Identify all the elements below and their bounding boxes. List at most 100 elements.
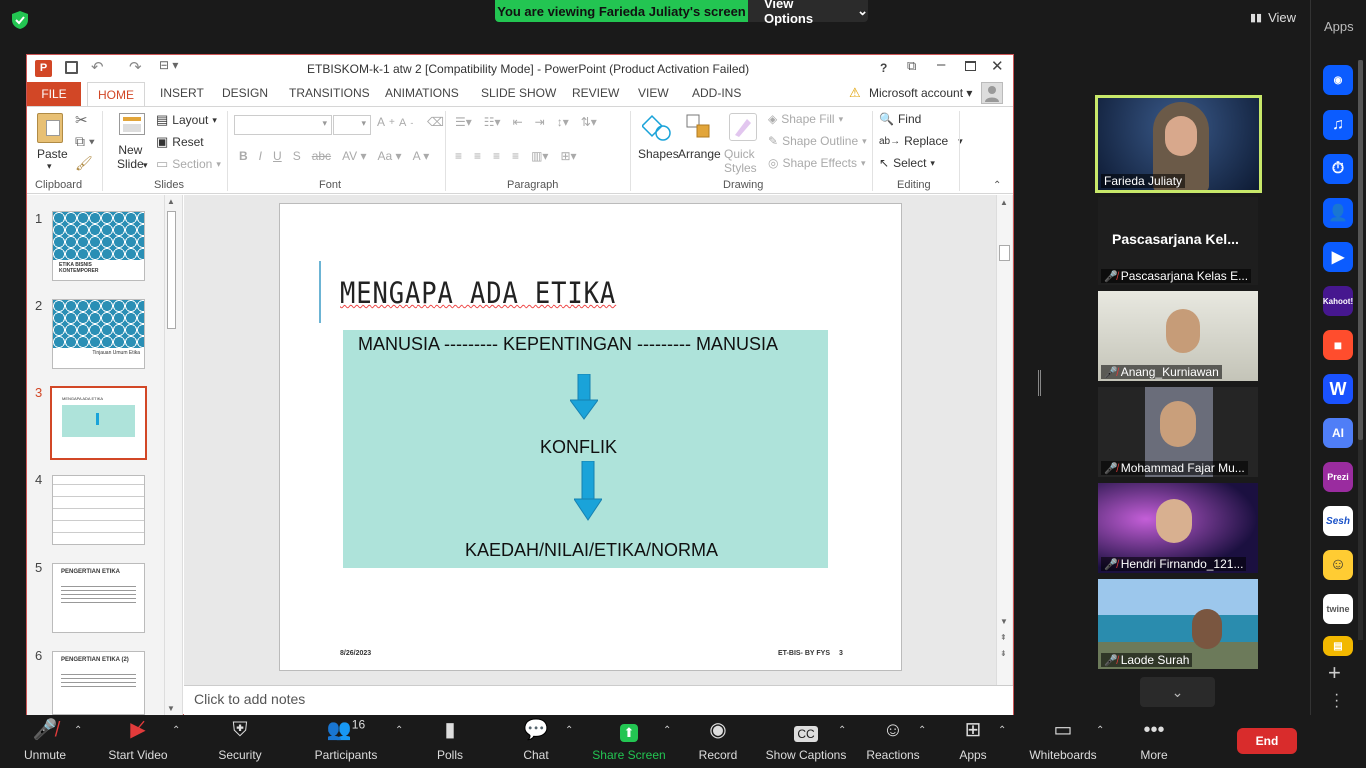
reactions-caret[interactable]: ⌃ [918,725,926,736]
minimize-icon[interactable]: – [937,56,945,73]
participant-tile[interactable]: 🎤̸ Mohammad Fajar Mu... [1098,387,1258,477]
chat-caret[interactable]: ⌃ [565,725,573,736]
record-button[interactable]: ◉ Record [673,715,763,768]
tab-file[interactable]: FILE [27,82,81,106]
shapes-icon[interactable] [641,113,672,143]
new-slide-icon[interactable] [119,113,145,135]
redo-icon[interactable]: ↷ [129,58,142,76]
paste-icon[interactable] [37,113,63,143]
participants-caret[interactable]: ⌃ [395,725,403,736]
participants-button[interactable]: 👥16 Participants [301,715,391,768]
copy-icon[interactable]: ⧉ ▾ [75,133,95,150]
participant-tile[interactable]: 🎤̸ Hendri Firnando_121... [1098,483,1258,573]
security-button[interactable]: ⛨ Security [195,715,285,768]
new-slide-button[interactable]: New Slide [117,143,144,171]
captions-caret[interactable]: ⌃ [838,725,846,736]
participant-tile[interactable]: 🎤̸ Laode Surah [1098,579,1258,669]
show-captions-button[interactable]: CC Show Captions [761,715,851,768]
canvas-scrollbar[interactable]: ▲ ▼ ⇞ ⇟ [996,195,1012,685]
thumbs-scrollbar[interactable]: ▲ ▼ [164,195,178,715]
paragraph-align-icons[interactable]: ≡ ≡ ≡ ≡ ▥▾ ⊞▾ [455,149,577,163]
prezi-app-icon[interactable]: Prezi [1323,462,1353,492]
save-icon[interactable] [65,61,78,74]
play-app-icon[interactable]: ▶ [1323,242,1353,272]
slide-title[interactable]: MENGAPA ADA ETIKA [340,276,616,310]
polls-button[interactable]: ▮ Polls [405,715,495,768]
font-size-box[interactable]: ▾ [333,115,371,135]
slide-thumbnail-4[interactable] [52,475,145,545]
participant-tile[interactable]: Pascasarjana Kel... 🎤̸ Pascasarjana Kelas… [1098,197,1258,285]
more-apps-icon[interactable]: · · · [1334,687,1339,715]
share-screen-button[interactable]: ⬆ Share Screen [584,715,674,768]
tab-view[interactable]: VIEW [638,86,669,100]
notes-pane[interactable]: Click to add notes [184,685,1013,715]
resize-handle[interactable] [1038,370,1041,396]
ai-app-icon[interactable]: AI [1323,418,1353,448]
font-name-box[interactable]: ▾ [234,115,332,135]
font-grow-icon[interactable]: A + [377,115,395,129]
end-meeting-button[interactable]: End [1237,728,1297,754]
paragraph-list-icons[interactable]: ☰▾ ☷▾ ⇤ ⇥ ↕▾ ⇅▾ [455,115,597,129]
undo-icon[interactable]: ↶ [91,58,104,76]
close-icon[interactable]: ✕ [991,57,1004,75]
add-app-icon[interactable]: + [1328,660,1341,686]
apps-scrollbar[interactable] [1358,60,1363,640]
shape-outline-button[interactable]: ✎ Shape Outline ▾ [768,134,867,148]
paste-button[interactable]: Paste [37,147,68,161]
quick-styles-icon[interactable] [729,113,757,141]
format-painter-icon[interactable]: 🖌 [75,155,93,172]
chat-button[interactable]: 💬 Chat [491,715,581,768]
camera-app-icon[interactable]: ◉ [1323,65,1353,95]
sesh-app-icon[interactable]: Sesh [1323,506,1353,536]
paste-dropdown-icon[interactable]: ▾ [47,161,52,172]
account-button[interactable]: Microsoft account ▾ [869,86,972,100]
more-button[interactable]: ••• More [1109,715,1199,768]
layout-button[interactable]: ▤ Layout ▾ [156,112,217,128]
reactions-button[interactable]: ☺ Reactions [848,715,938,768]
avatar-app-icon[interactable]: 👤 [1323,198,1353,228]
new-slide-dropdown-icon[interactable]: ▾ [143,160,148,171]
music-app-icon[interactable]: ♫ [1323,110,1353,140]
apps-button[interactable]: ⊞ Apps [928,715,1018,768]
tab-home[interactable]: HOME [87,82,145,107]
slide-thumbnail-2[interactable]: Tinjauan Umum Etika [52,299,145,369]
find-button[interactable]: 🔍 Find [879,112,921,126]
avatar[interactable] [981,82,1003,104]
customize-qat-icon[interactable]: ⊟ ▾ [159,58,178,72]
w-app-icon[interactable]: W [1323,374,1353,404]
view-options-button[interactable]: View Options ⌄ [748,0,868,26]
clear-format-icon[interactable]: ⌫ [427,115,444,129]
select-button[interactable]: ↖ Select ▾ [879,156,935,170]
kahoot-app-icon[interactable]: Kahoot! [1323,286,1353,316]
arrange-icon[interactable] [685,113,713,141]
emoji-app-icon[interactable]: ☺ [1323,550,1353,580]
ribbon-display-icon[interactable]: ⧉ [907,58,916,74]
slide-thumbnail-5[interactable]: PENGERTIAN ETIKA [52,563,145,633]
help-button[interactable]: ? [880,61,887,75]
unmute-button[interactable]: 🎤̸ Unmute [0,715,90,768]
tab-review[interactable]: REVIEW [572,86,619,100]
whiteboards-button[interactable]: ▭ Whiteboards [1018,715,1108,768]
replace-button[interactable]: ab→ Replace ▾ [879,134,963,148]
start-video-button[interactable]: ▶̸ Start Video [93,715,183,768]
red-app-icon[interactable]: ■ [1323,330,1353,360]
extra-app-icon[interactable]: ▤ [1323,636,1353,656]
apps-caret[interactable]: ⌃ [998,725,1006,736]
reset-button[interactable]: ▣ Reset [156,134,204,150]
tab-insert[interactable]: INSERT [160,86,204,100]
font-shrink-icon[interactable]: A- [399,117,413,129]
tab-slide-show[interactable]: SLIDE SHOW [481,86,556,100]
cut-icon[interactable]: ✂ [75,111,88,129]
view-button[interactable]: ▮▮ View [1250,10,1296,25]
timer-app-icon[interactable]: ⏱ [1323,154,1353,184]
slide[interactable]: MENGAPA ADA ETIKA MANUSIA --------- KEPE… [279,203,902,671]
audio-options-caret[interactable]: ⌃ [74,725,82,736]
gallery-next-button[interactable]: ⌄ [1140,677,1215,707]
shape-effects-button[interactable]: ◎ Shape Effects ▾ [768,156,866,170]
quick-styles-button[interactable]: Quick Styles [724,147,760,175]
section-button[interactable]: ▭ Section ▾ [156,156,221,172]
slide-thumbnail-6[interactable]: PENGERTIAN ETIKA (2) [52,651,145,715]
slide-thumbnail-1[interactable]: ETIKA BISNIS KONTEMPORER [52,211,145,281]
participant-tile-active[interactable]: Farieda Juliaty [1095,95,1262,193]
twine-app-icon[interactable]: twine [1323,594,1353,624]
